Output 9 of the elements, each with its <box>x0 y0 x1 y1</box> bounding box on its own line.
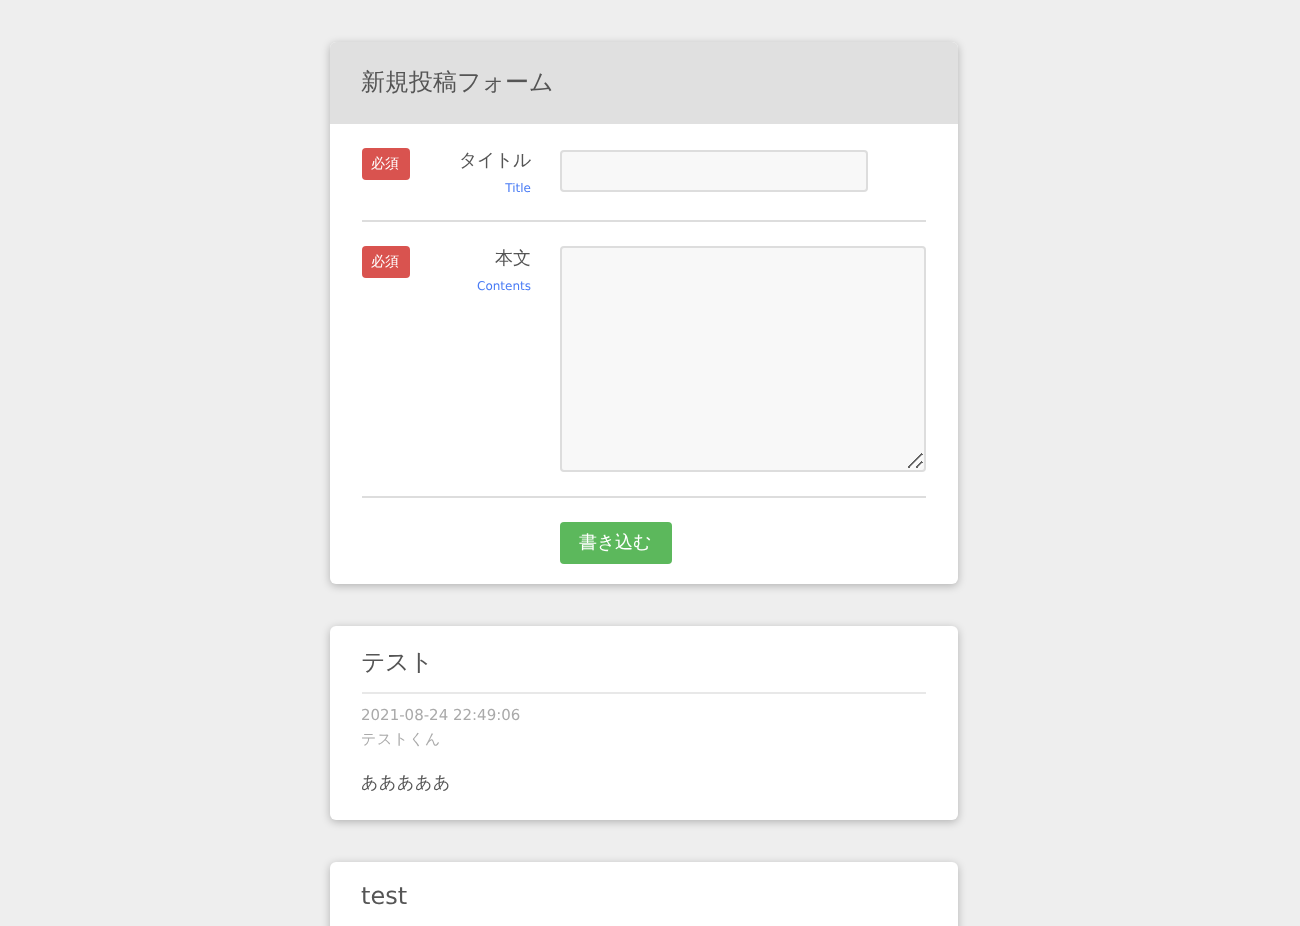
form-heading: 新規投稿フォーム <box>329 42 957 124</box>
post-title: テスト <box>361 646 435 680</box>
submit-button[interactable]: 書き込む <box>559 522 671 564</box>
field-label: 本文 <box>495 247 531 272</box>
title-input[interactable] <box>559 150 867 192</box>
post-title: test <box>361 882 410 914</box>
contents-textarea[interactable] <box>559 246 925 472</box>
post-body: あああああ <box>361 772 453 796</box>
field-label: タイトル <box>459 150 531 174</box>
